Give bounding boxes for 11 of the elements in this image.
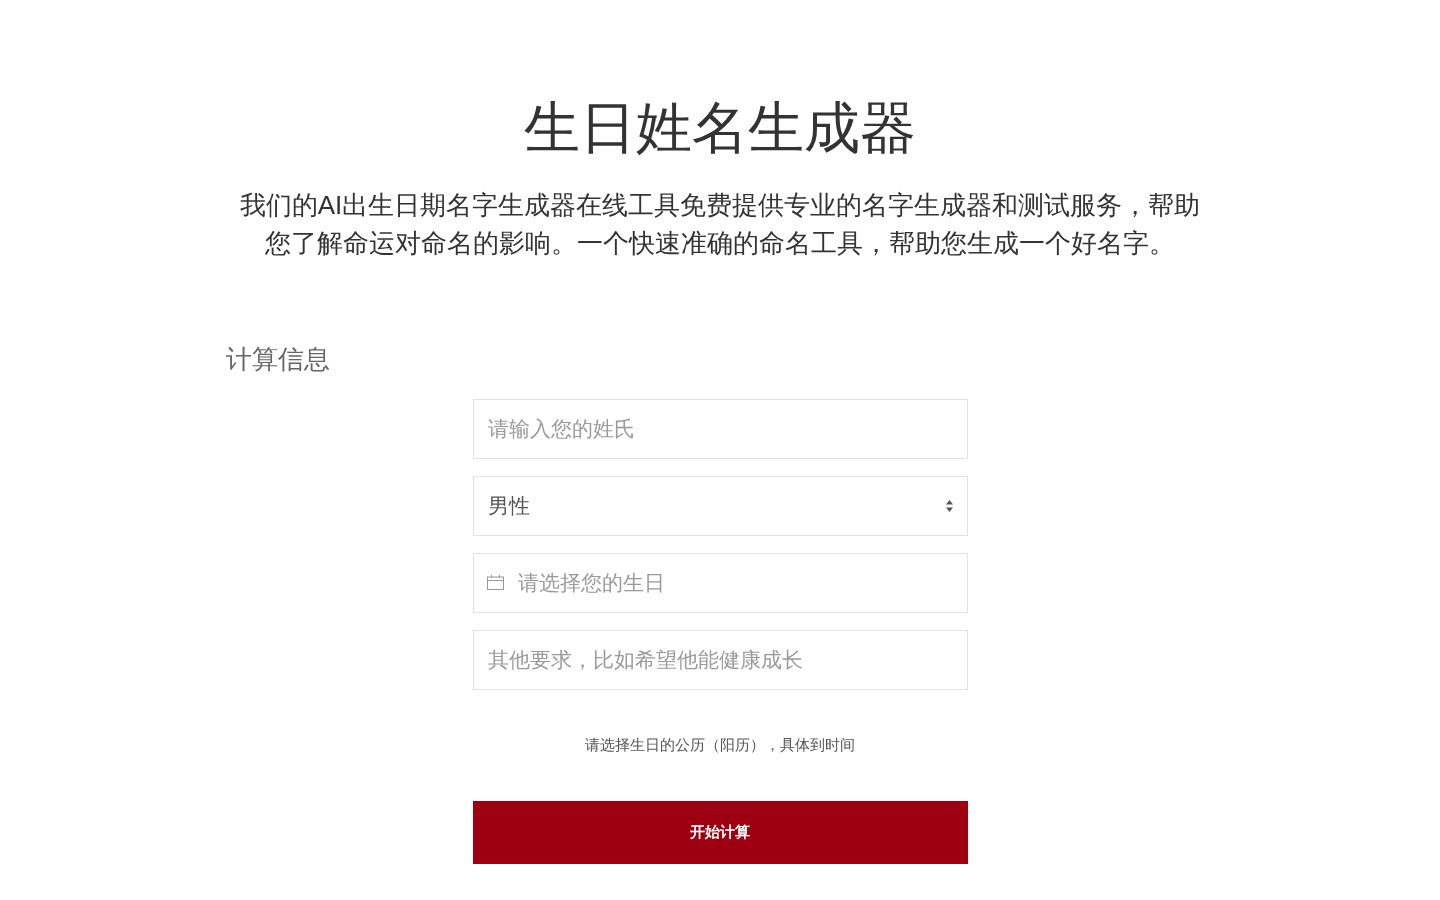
- hint-text: 请选择生日的公历（阳历），具体到时间: [585, 735, 855, 755]
- calendar-icon: [486, 575, 504, 590]
- date-field[interactable]: 请选择您的生日: [472, 553, 968, 613]
- section-title: 计算信息: [226, 344, 330, 375]
- gender-select[interactable]: 男性: [472, 476, 968, 536]
- page-description: 我们的AI出生日期名字生成器在线工具免费提供专业的名字生成器和测试服务，帮助您了解命运对命名的影响。一个快速准确的命名工具，帮助您生成一个好名字。: [238, 189, 1202, 260]
- submit-button[interactable]: 开始计算: [472, 801, 968, 864]
- text-input-field[interactable]: 其他要求，比如希望他能健康成长: [472, 630, 968, 690]
- page-title: 生日姓名生成器: [524, 95, 916, 161]
- sort-arrows-icon: [945, 500, 953, 512]
- text-input-field[interactable]: 请输入您的姓氏: [472, 399, 968, 459]
